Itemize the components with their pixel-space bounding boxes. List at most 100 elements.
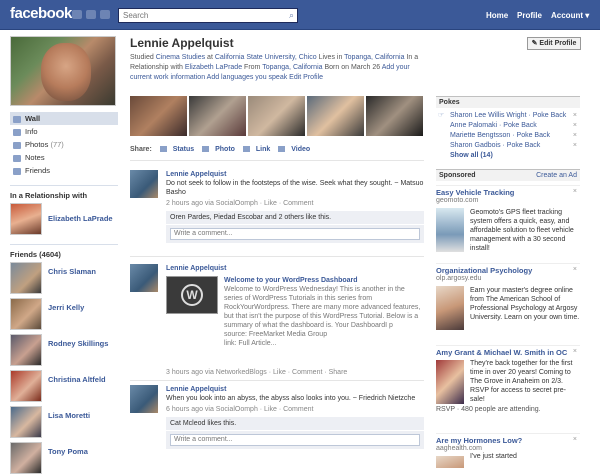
avatar[interactable] xyxy=(10,406,42,438)
messages-icon[interactable] xyxy=(86,10,96,19)
profile-info: Studied Cinema Studies at California Sta… xyxy=(130,54,419,81)
photo-thumb[interactable] xyxy=(366,96,423,136)
comment-input[interactable]: Write a comment... xyxy=(170,228,420,240)
avatar[interactable] xyxy=(10,203,42,235)
close-icon[interactable]: × xyxy=(573,121,577,131)
poke-item[interactable]: ☞ Sharon Lee Willis Wright · Poke Back × xyxy=(436,111,580,121)
nav-home[interactable]: Home xyxy=(486,11,508,20)
facebook-logo[interactable]: facebook xyxy=(10,5,72,22)
poke-item[interactable]: Mariette Bengtsson · Poke Back × xyxy=(436,131,580,141)
poke-item[interactable]: Sharon Gadbois · Poke Back × xyxy=(436,141,580,151)
friend-item[interactable]: Rodney Skillings xyxy=(10,334,118,367)
relationship-partner[interactable]: Elizabeth LaPrade xyxy=(10,203,118,236)
search-input[interactable] xyxy=(119,9,279,22)
ad-rsvp[interactable]: RSVP · 480 people are attending. xyxy=(436,406,580,413)
ad-title[interactable]: Easy Vehicle Tracking xyxy=(436,188,580,197)
nav-notes[interactable]: Notes xyxy=(10,151,118,164)
close-icon[interactable]: × xyxy=(573,131,577,141)
avatar[interactable] xyxy=(10,298,42,330)
avatar[interactable] xyxy=(130,385,158,413)
post-meta[interactable]: 2 hours ago via SocialOomph · Like · Com… xyxy=(166,199,424,208)
ad-text: Geomoto's GPS fleet tracking system offe… xyxy=(470,209,574,252)
photos-icon xyxy=(13,141,21,149)
ad-title[interactable]: Are my Hormones Low? xyxy=(436,436,580,445)
friend-item[interactable]: Chris Slaman xyxy=(10,262,118,295)
search-box[interactable]: ⌕ xyxy=(118,8,298,23)
post-author[interactable]: Lennie Appelquist xyxy=(166,170,424,179)
info-link[interactable]: Topanga, California xyxy=(262,64,322,71)
friends-heading[interactable]: Friends (4604) xyxy=(10,244,118,259)
post-likes[interactable]: Oren Pardes, Piedad Escobar and 2 others… xyxy=(166,211,424,224)
friend-item[interactable]: Christina Altfeld xyxy=(10,370,118,403)
info-link[interactable]: Cinema Studies xyxy=(156,54,205,61)
edit-profile-button[interactable]: ✎ Edit Profile xyxy=(527,37,581,50)
nav-friends[interactable]: Friends xyxy=(10,164,118,177)
photo-thumb[interactable] xyxy=(307,96,364,136)
ad-image[interactable] xyxy=(436,286,464,330)
photo-thumb[interactable] xyxy=(248,96,305,136)
link-source[interactable]: source: FreeMarket Media Group xyxy=(224,330,422,339)
avatar[interactable] xyxy=(10,370,42,402)
create-ad-link[interactable]: Create an Ad xyxy=(536,170,577,182)
nav-info[interactable]: Info xyxy=(10,125,118,138)
info-link[interactable]: California State University, Chico xyxy=(215,54,317,61)
share-bar: Share: Status Photo Link Video xyxy=(130,146,311,153)
show-all-pokes[interactable]: Show all (14) xyxy=(436,151,580,161)
friend-requests-icon[interactable] xyxy=(72,10,82,19)
friend-item[interactable]: Lisa Moretti xyxy=(10,406,118,439)
link-title[interactable]: Welcome to your WordPress Dashboard xyxy=(224,276,422,285)
ad-item[interactable]: Easy Vehicle Tracking geomoto.com × Geom… xyxy=(436,185,580,257)
ad-title[interactable]: Organizational Psychology xyxy=(436,266,580,275)
ad-image[interactable] xyxy=(436,360,464,404)
avatar[interactable] xyxy=(130,264,158,292)
ad-title[interactable]: Amy Grant & Michael W. Smith in OC xyxy=(436,348,580,357)
comment-input[interactable]: Write a comment... xyxy=(170,434,420,446)
friend-item[interactable]: Jerri Kelly xyxy=(10,298,118,331)
post-likes[interactable]: Cat Mcleod likes this. xyxy=(166,417,424,430)
search-icon[interactable]: ⌕ xyxy=(289,10,294,21)
info-link[interactable]: Elizabeth LaPrade xyxy=(185,64,242,71)
share-video[interactable]: Video xyxy=(291,146,310,153)
nav-profile[interactable]: Profile xyxy=(517,11,542,20)
post-author[interactable]: Lennie Appelquist xyxy=(166,264,424,273)
ad-image[interactable] xyxy=(436,456,464,468)
close-icon[interactable]: × xyxy=(573,348,577,355)
avatar[interactable] xyxy=(10,334,42,366)
nav-photos[interactable]: Photos (77) xyxy=(10,138,118,151)
post-author[interactable]: Lennie Appelquist xyxy=(166,385,424,394)
ad-image[interactable] xyxy=(436,208,464,252)
add-languages-link[interactable]: Add languages you speak xyxy=(207,74,288,81)
avatar[interactable] xyxy=(10,442,42,474)
divider xyxy=(130,160,424,161)
ad-item[interactable]: Amy Grant & Michael W. Smith in OC × The… xyxy=(436,345,580,429)
nav-account[interactable]: Account ▾ xyxy=(551,11,589,20)
post-meta[interactable]: 6 hours ago via SocialOomph · Like · Com… xyxy=(166,405,424,414)
share-link[interactable]: Link xyxy=(256,146,270,153)
nav-wall[interactable]: Wall xyxy=(10,112,118,125)
close-icon[interactable]: × xyxy=(573,141,577,151)
avatar[interactable] xyxy=(10,262,42,294)
close-icon[interactable]: × xyxy=(573,188,577,195)
profile-picture[interactable] xyxy=(10,36,116,106)
share-status[interactable]: Status xyxy=(173,146,194,153)
link-thumbnail[interactable]: W xyxy=(166,276,218,314)
ad-item[interactable]: Organizational Psychology olp.argosy.edu… xyxy=(436,263,580,341)
avatar[interactable] xyxy=(130,170,158,198)
notifications-icon[interactable] xyxy=(100,10,110,19)
post-meta[interactable]: 3 hours ago via NetworkedBlogs · Like · … xyxy=(166,368,424,377)
full-article-link[interactable]: link: Full Article... xyxy=(224,339,422,348)
close-icon[interactable]: × xyxy=(573,436,577,443)
info-link[interactable]: Topanga, California xyxy=(344,54,404,61)
edit-profile-link[interactable]: Edit Profile xyxy=(289,74,323,81)
photo-thumb[interactable] xyxy=(130,96,187,136)
poke-item[interactable]: Anne Palomaki · Poke Back × xyxy=(436,121,580,131)
comment-box: Write a comment... xyxy=(166,431,424,449)
profile-name: Lennie Appelquist xyxy=(130,36,234,50)
close-icon[interactable]: × xyxy=(573,111,577,121)
ad-item[interactable]: Are my Hormones Low? aaghealth.com × I'v… xyxy=(436,433,580,468)
close-icon[interactable]: × xyxy=(573,266,577,273)
share-photo[interactable]: Photo xyxy=(215,146,235,153)
friend-item[interactable]: Tony Poma xyxy=(10,442,118,475)
photo-thumb[interactable] xyxy=(189,96,246,136)
status-icon xyxy=(159,146,167,153)
